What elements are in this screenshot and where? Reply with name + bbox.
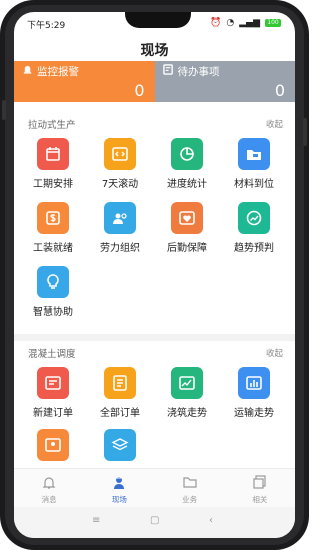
section-title: 混凝土调度 — [28, 349, 76, 360]
bottom-tab-bar: 消息 现场 业务 相关 — [14, 468, 295, 508]
volume-button — [2, 100, 6, 120]
shortcut-item[interactable]: 后勤保障 — [154, 202, 220, 254]
shortcut-item[interactable] — [20, 429, 86, 461]
tab-label: 现场 — [111, 495, 127, 504]
line-chart-icon — [171, 367, 203, 399]
section-pull-production: 拉动式生产 收起 工期安排 7天滚动 进度统计 材料到位工装就绪 劳力组织 后勤保障 趋势预… — [14, 112, 295, 334]
home-nav-icon[interactable]: ▢ — [150, 515, 159, 526]
collapse-button[interactable]: 收起 — [266, 347, 283, 359]
worker-icon — [84, 469, 154, 494]
shortcut-label: 后勤保障 — [167, 243, 207, 254]
copy-icon — [225, 469, 295, 494]
shortcut-item[interactable]: 全部订单 — [87, 367, 153, 419]
bell-icon — [14, 469, 84, 494]
folder-icon — [238, 138, 270, 170]
page-title: 现场 — [140, 43, 169, 59]
shortcut-label: 全部订单 — [100, 408, 140, 419]
tab-2[interactable]: 业务 — [155, 469, 225, 508]
tab-1[interactable]: 现场 — [84, 469, 154, 508]
shortcut-item[interactable]: 进度统计 — [154, 138, 220, 190]
wifi-icon: ◔ — [226, 18, 235, 28]
phone-frame: 下午5:29 ⏰ ◔ ▂▄▆ 100 现场 监控报警 0 待办事项 0 拉动式生… — [0, 0, 309, 550]
shortcut-item[interactable]: 7天滚动 — [87, 138, 153, 190]
shortcut-item[interactable]: 浇筑走势 — [154, 367, 220, 419]
status-bar: 下午5:29 ⏰ ◔ ▂▄▆ 100 — [14, 12, 295, 34]
todo-card[interactable]: 待办事项 0 — [154, 61, 295, 102]
shortcut-item[interactable]: 工期安排 — [20, 138, 86, 190]
alarm-icon: ⏰ — [210, 18, 222, 28]
tab-label: 相关 — [252, 495, 268, 504]
power-button — [303, 118, 307, 146]
folder-tab-icon — [155, 469, 225, 494]
shortcut-label: 劳力组织 — [100, 243, 140, 254]
heart-icon — [171, 202, 203, 234]
trend-icon — [238, 202, 270, 234]
collapse-button[interactable]: 收起 — [266, 118, 283, 130]
new-order-icon — [37, 367, 69, 399]
tab-label: 消息 — [41, 495, 57, 504]
alarm-card[interactable]: 监控报警 0 — [14, 61, 155, 102]
todo-card-label: 待办事项 — [177, 66, 220, 78]
shortcut-label: 工装就绪 — [33, 243, 73, 254]
tab-label: 业务 — [182, 495, 198, 504]
shortcut-item[interactable]: 新建订单 — [20, 367, 86, 419]
shortcut-label: 材料到位 — [234, 179, 274, 190]
tab-0[interactable]: 消息 — [14, 469, 84, 508]
people-icon — [104, 202, 136, 234]
status-time: 下午5:29 — [27, 21, 66, 31]
back-nav-icon[interactable]: ‹ — [209, 515, 213, 526]
system-nav-bar: ≡ ▢ ‹ — [14, 507, 295, 538]
dollar-icon — [37, 202, 69, 234]
shortcut-label: 智慧协助 — [33, 307, 73, 318]
layers-icon — [104, 429, 136, 461]
shortcut-item[interactable]: 劳力组织 — [87, 202, 153, 254]
shortcut-item[interactable]: 趋势预判 — [221, 202, 287, 254]
shortcut-item[interactable]: 运输走势 — [221, 367, 287, 419]
shortcut-label: 工期安排 — [33, 179, 73, 190]
signal-icon: ▂▄▆ — [239, 18, 260, 28]
app-screen: 下午5:29 ⏰ ◔ ▂▄▆ 100 现场 监控报警 0 待办事项 0 拉动式生… — [14, 12, 295, 538]
location-icon — [37, 429, 69, 461]
shortcut-label: 新建订单 — [33, 408, 73, 419]
calendar-icon — [37, 138, 69, 170]
alarm-card-label: 监控报警 — [37, 66, 79, 78]
list-icon — [104, 367, 136, 399]
shortcut-item[interactable]: 智慧协助 — [20, 266, 86, 318]
battery-icon: 100 — [265, 19, 281, 27]
shortcut-label: 运输走势 — [234, 408, 274, 419]
shortcut-item[interactable]: 工装就绪 — [20, 202, 86, 254]
shortcut-label: 进度统计 — [167, 179, 207, 190]
pie-chart-icon — [171, 138, 203, 170]
todo-icon — [162, 64, 173, 75]
summary-cards: 监控报警 0 待办事项 0 — [14, 61, 295, 102]
shortcut-item[interactable]: 材料到位 — [221, 138, 287, 190]
bulb-icon — [37, 266, 69, 298]
shortcut-label: 浇筑走势 — [167, 408, 207, 419]
tab-3[interactable]: 相关 — [225, 469, 295, 508]
menu-nav-icon[interactable]: ≡ — [92, 515, 100, 526]
alarm-card-value: 0 — [134, 81, 145, 100]
shortcut-label: 7天滚动 — [101, 179, 139, 190]
section-divider — [14, 334, 295, 341]
section-concrete-dispatch: 混凝土调度 收起 新建订单 全部订单 浇筑走势 运输走势 — [14, 341, 295, 468]
todo-card-value: 0 — [274, 81, 285, 100]
shortcut-item[interactable] — [87, 429, 153, 461]
alarm-bell-icon — [23, 65, 32, 74]
bar-chart-icon — [238, 367, 270, 399]
code-icon — [104, 138, 136, 170]
shortcut-label: 趋势预判 — [234, 243, 274, 254]
section-title: 拉动式生产 — [28, 120, 76, 131]
